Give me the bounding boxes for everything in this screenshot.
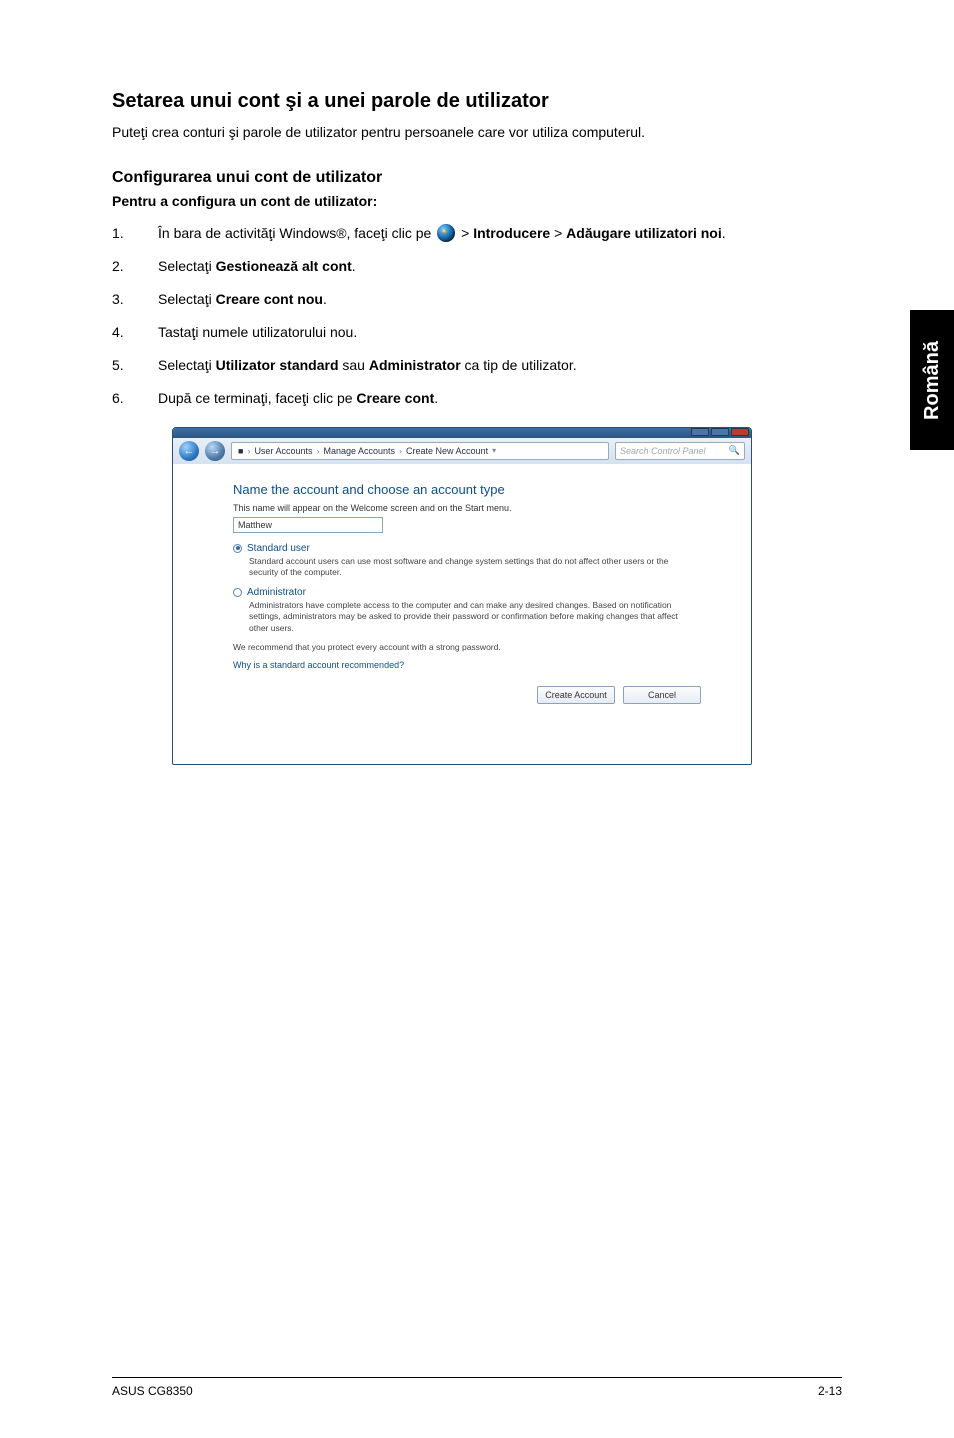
maximize-icon[interactable] (711, 428, 729, 436)
account-name-field[interactable]: Matthew (233, 517, 383, 533)
back-button[interactable]: ← (179, 441, 199, 461)
step-2: 2. Selectaţi Gestionează alt cont. (112, 256, 842, 277)
window-nav: ← → ■ › User Accounts › Manage Accounts … (173, 438, 751, 464)
option-standard[interactable]: Standard user (233, 543, 705, 554)
step-5-b2: Administrator (369, 357, 461, 373)
breadcrumb[interactable]: ■ › User Accounts › Manage Accounts › Cr… (231, 442, 609, 460)
step-1-post2: > (550, 225, 566, 241)
config-subheading: Pentru a configura un cont de utilizator… (112, 193, 842, 209)
crumb-3[interactable]: Create New Account (406, 446, 488, 456)
step-3: 3. Selectaţi Creare cont nou. (112, 289, 842, 310)
language-tab-text: Română (921, 341, 944, 420)
forward-button[interactable]: → (205, 441, 225, 461)
password-recommendation: We recommend that you protect every acco… (233, 642, 705, 652)
radio-admin-icon[interactable] (233, 588, 242, 597)
why-standard-link[interactable]: Why is a standard account recommended? (233, 660, 705, 670)
step-5-mid: sau (339, 357, 369, 373)
dialog-subtext: This name will appear on the Welcome scr… (233, 503, 705, 513)
dialog-window: ← → ■ › User Accounts › Manage Accounts … (172, 427, 752, 765)
create-account-button[interactable]: Create Account (537, 686, 615, 704)
option-standard-label: Standard user (247, 543, 310, 554)
option-standard-desc: Standard account users can use most soft… (249, 556, 679, 579)
step-6-b: Creare cont (356, 390, 434, 406)
cancel-button[interactable]: Cancel (623, 686, 701, 704)
config-heading: Configurarea unui cont de utilizator (112, 169, 842, 187)
step-6: 6. După ce terminaţi, faceţi clic pe Cre… (112, 388, 842, 409)
step-3-tail: . (323, 291, 327, 307)
step-2-tail: . (352, 258, 356, 274)
option-admin-label: Administrator (247, 587, 306, 598)
chevron-down-icon[interactable]: ▾ (492, 446, 496, 455)
search-placeholder: Search Control Panel (620, 446, 706, 456)
step-5-b1: Utilizator standard (216, 357, 339, 373)
step-2-pre: Selectaţi (158, 258, 216, 274)
step-6-num: 6. (112, 388, 158, 409)
step-3-pre: Selectaţi (158, 291, 216, 307)
step-1: 1. În bara de activităţi Windows®, faceţ… (112, 223, 842, 244)
steps-list: 1. În bara de activităţi Windows®, faceţ… (112, 223, 842, 409)
dialog-heading: Name the account and choose an account t… (233, 482, 705, 497)
option-admin[interactable]: Administrator (233, 587, 705, 598)
search-input[interactable]: Search Control Panel 🔍 (615, 442, 745, 460)
step-1-post1: > (457, 225, 473, 241)
step-4-num: 4. (112, 322, 158, 343)
step-4: 4. Tastaţi numele utilizatorului nou. (112, 322, 842, 343)
close-icon[interactable] (731, 428, 749, 436)
step-2-num: 2. (112, 256, 158, 277)
step-5-tail: ca tip de utilizator. (461, 357, 577, 373)
step-2-b: Gestionează alt cont (216, 258, 352, 274)
control-panel-icon: ■ (238, 446, 243, 456)
step-1-tail: . (722, 225, 726, 241)
section-title: Setarea unui cont şi a unei parole de ut… (112, 90, 842, 113)
radio-standard-icon[interactable] (233, 544, 242, 553)
step-1-b2: Adăugare utilizatori noi (566, 225, 722, 241)
step-5: 5. Selectaţi Utilizator standard sau Adm… (112, 355, 842, 376)
step-1-pre: În bara de activităţi Windows®, faceţi c… (158, 225, 435, 241)
search-icon[interactable]: 🔍 (729, 445, 740, 456)
section-intro: Puteţi crea conturi şi parole de utiliza… (112, 123, 842, 143)
footer-left: ASUS CG8350 (112, 1384, 193, 1398)
step-5-pre: Selectaţi (158, 357, 216, 373)
step-4-txt: Tastaţi numele utilizatorului nou. (158, 322, 842, 343)
step-5-num: 5. (112, 355, 158, 376)
page-footer: ASUS CG8350 2-13 (112, 1377, 842, 1398)
minimize-icon[interactable] (691, 428, 709, 436)
language-tab: Română (910, 310, 954, 450)
step-6-pre: După ce terminaţi, faceţi clic pe (158, 390, 356, 406)
step-1-num: 1. (112, 223, 158, 244)
step-3-b: Creare cont nou (216, 291, 323, 307)
step-1-b1: Introducere (473, 225, 550, 241)
step-6-tail: . (434, 390, 438, 406)
option-admin-desc: Administrators have complete access to t… (249, 600, 679, 634)
step-3-num: 3. (112, 289, 158, 310)
footer-right: 2-13 (818, 1384, 842, 1398)
start-orb-icon (437, 224, 455, 242)
crumb-1[interactable]: User Accounts (254, 446, 312, 456)
crumb-2[interactable]: Manage Accounts (323, 446, 395, 456)
window-titlebar[interactable] (173, 428, 751, 438)
